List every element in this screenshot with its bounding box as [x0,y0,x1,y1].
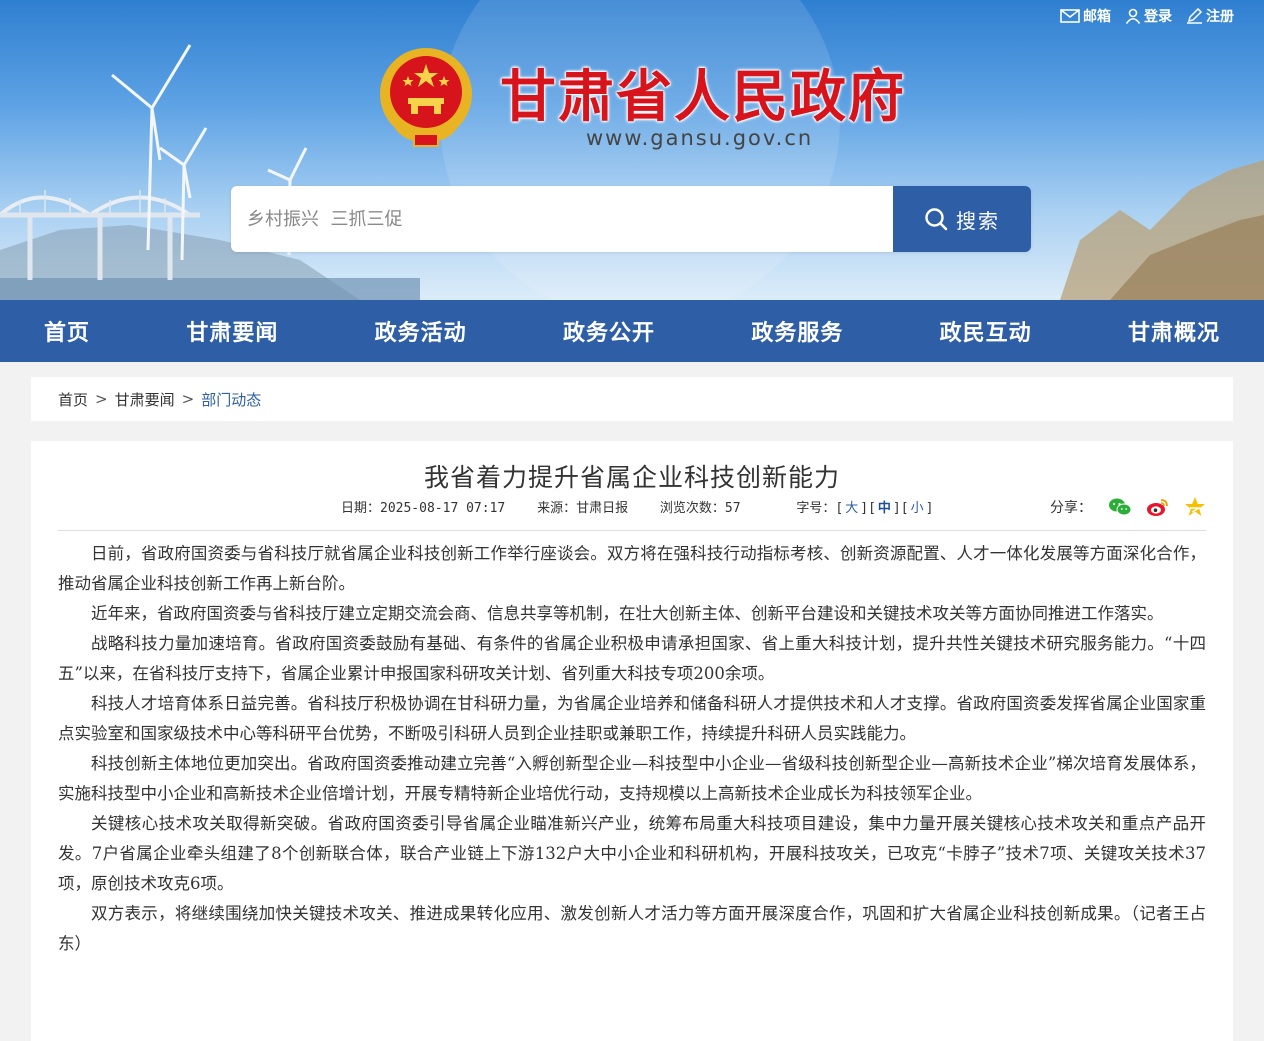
envelope-icon [1060,9,1080,23]
nav-item-gansu-news[interactable]: 甘肃要闻 [186,315,278,347]
mail-label: 邮箱 [1083,9,1111,25]
breadcrumb-home[interactable]: 首页 [58,389,88,410]
search-button-label: 搜索 [956,208,1000,233]
article-date: 日期：2025-08-17 07:17 [341,501,506,516]
article-source: 来源：甘肃日报 [537,501,629,516]
breadcrumb-current[interactable]: 部门动态 [201,389,261,410]
qzone-icon[interactable] [1184,496,1206,518]
font-size-small-button[interactable]: 小 [909,501,926,516]
search-icon [925,208,948,231]
breadcrumb-separator: > [181,390,195,408]
article-paragraph: 日前，省政府国资委与省科技厅就省属企业科技创新工作举行座谈会。双方将在强科技行动… [58,544,1206,593]
article-paragraph: 关键核心技术攻关取得新突破。省政府国资委引导省属企业瞄准新兴产业，统筹布局重大科… [58,814,1206,893]
register-link[interactable]: 注册 [1186,6,1234,26]
nav-item-government-activities[interactable]: 政务活动 [375,315,467,347]
mail-link[interactable]: 邮箱 [1060,6,1111,26]
article-info: 日期：2025-08-17 07:17 来源：甘肃日报 浏览次数：57 字号：[… [341,497,957,516]
site-title: 甘肃省人民政府 [500,65,906,130]
nav-item-home[interactable]: 首页 [44,315,90,347]
article-paragraph: 科技人才培育体系日益完善。省科技厅积极协调在甘科研力量，为省属企业培养和储备科研… [58,694,1206,743]
share-label: 分享： [1050,500,1092,516]
site-url: www.gansu.gov.cn [586,126,814,150]
register-label: 注册 [1206,9,1234,25]
breadcrumb-separator: > [95,390,108,408]
share-bar: 分享： [1050,496,1206,518]
wechat-icon[interactable] [1108,497,1132,517]
article-paragraph: 科技创新主体地位更加突出。省政府国资委推动建立完善“入孵创新型企业—科技型中小企… [58,754,1206,803]
nav-item-government-services[interactable]: 政务服务 [751,315,843,347]
article-title: 我省着力提升省属企业科技创新能力 [423,463,840,492]
national-emblem-icon [380,48,472,147]
search-box: 搜索 [231,186,1031,252]
nav-item-gansu-overview[interactable]: 甘肃概况 [1128,315,1220,347]
user-icon [1125,8,1141,24]
nav-item-government-affairs-disclosure[interactable]: 政务公开 [563,315,655,347]
breadcrumb: 首页 > 甘肃要闻 > 部门动态 [31,377,1233,421]
header-background-scene [0,0,1264,300]
article-paragraph: 近年来，省政府国资委与省科技厅建立定期交流会商、信息共享等机制，在壮大创新主体、… [91,604,1164,623]
search-input[interactable] [231,186,893,252]
login-label: 登录 [1144,9,1172,25]
weibo-icon[interactable] [1146,497,1170,517]
pencil-icon [1187,8,1203,24]
article-paragraph: 战略科技力量加速培育。省政府国资委鼓励有基础、有条件的省属企业积极申请承担国家、… [58,634,1206,683]
login-link[interactable]: 登录 [1125,6,1172,26]
font-size-medium-button[interactable]: 中 [876,501,893,516]
article-panel: 我省着力提升省属企业科技创新能力 日期：2025-08-17 07:17 来源：… [31,441,1233,1041]
article-content: 日前，省政府国资委与省科技厅就省属企业科技创新工作举行座谈会。双方将在强科技行动… [58,531,1206,959]
font-size-large-button[interactable]: 大 [843,501,860,516]
nav-item-public-interaction[interactable]: 政民互动 [940,315,1032,347]
article-views: 浏览次数：57 [659,501,741,516]
search-button[interactable]: 搜索 [893,186,1031,252]
article-paragraph: 双方表示，将继续围绕加快关键技术攻关、推进成果转化应用、激发创新人才活力等方面开… [58,904,1206,953]
font-size-control: 字号：[大][中][小] [796,501,934,516]
breadcrumb-section[interactable]: 甘肃要闻 [115,389,175,410]
article-meta: 日期：2025-08-17 07:17 来源：甘肃日报 浏览次数：57 字号：[… [58,492,1206,531]
top-links: 邮箱 登录 注册 [1060,6,1234,26]
main-nav: 首页 甘肃要闻 政务活动 政务公开 政务服务 政民互动 甘肃概况 [0,300,1264,362]
site-header: 邮箱 登录 注册 甘肃省人民政府 www.gansu.gov.cn 乡村振兴 三… [0,0,1264,300]
font-size-label: 字号： [796,501,836,516]
